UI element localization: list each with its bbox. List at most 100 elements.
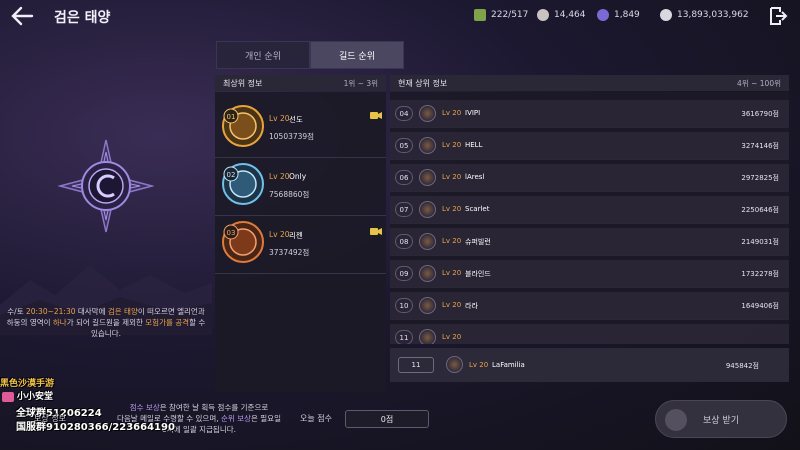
rank-score: 1649406점 (741, 302, 779, 310)
rank-name: Scarlet (465, 205, 490, 213)
page-title: 검은 태양 (54, 10, 111, 26)
rank-row[interactable]: 11 Lv 20 (390, 324, 789, 344)
back-arrow-icon[interactable] (10, 5, 34, 27)
reward-info-tab[interactable]: 보상 정보 (34, 413, 66, 424)
top-rank-level: Lv 20 (269, 114, 290, 123)
rank-row[interactable]: 09 Lv 20 블라인드 1732278점 (390, 260, 789, 288)
tab-personal-ranking[interactable]: 개인 순위 (216, 41, 310, 69)
claim-reward-button[interactable]: 보상 받기 (655, 400, 787, 438)
rank-level: Lv 20 (442, 109, 462, 117)
rank-score: 2250646점 (741, 206, 779, 214)
guild-emblem-icon (419, 329, 436, 344)
stream-overlay-line2: 小小安堂 (2, 389, 53, 402)
rest-ranks-header: 현재 상위 정보 4위 ~ 100위 (390, 75, 789, 91)
resource-crystal: 1,849 (597, 9, 640, 21)
rank-level: Lv 20 (442, 269, 462, 277)
ranking-tabs: 개인 순위 길드 순위 (216, 41, 404, 69)
rank-number: 07 (395, 202, 413, 217)
pearl-icon (537, 9, 549, 21)
top-rank-name: 선도 (289, 115, 303, 124)
exit-icon[interactable] (768, 6, 788, 26)
reward-bag-icon (665, 409, 687, 431)
guild-emblem-icon (419, 137, 436, 154)
top-rank-row[interactable]: 01 Lv 20 선도 10503739점 (215, 100, 386, 158)
top-rank-score: 10503739점 (269, 132, 315, 141)
black-sun-emblem-icon (58, 139, 154, 233)
top-rank-row[interactable]: 02 Lv 20 Only 7568860점 (215, 158, 386, 216)
tab-guild-ranking[interactable]: 길드 순위 (310, 41, 404, 69)
reward-text-5: 은 필요일 (251, 414, 281, 423)
rank-score: 2149031점 (741, 238, 779, 246)
top-rank-name: 리젠 (289, 231, 303, 240)
pearl-value: 14,464 (554, 10, 586, 20)
resource-silver: 13,893,033,962 (660, 9, 749, 21)
event-description: 수/토 20:30~21:30 대사막에 검은 태양이 떠오르면 엘리언과 하둥… (6, 306, 206, 339)
desc-attack: 모험가를 공격 (145, 318, 190, 327)
rest-ranks-list[interactable]: 04 Lv 20 IVIPI 3616790점 05 Lv 20 HELL 32… (390, 92, 789, 344)
top-bar: 검은 태양 222/517 14,464 1,849 13,893,033,96… (0, 0, 800, 32)
rank-level: Lv 20 (442, 205, 462, 213)
top-rank-level: Lv 20 (269, 230, 290, 239)
rank-row[interactable]: 07 Lv 20 Scarlet 2250646점 (390, 196, 789, 224)
top-rank-score: 7568860점 (269, 190, 310, 199)
medal-rank-02: 02 (227, 171, 236, 179)
top-rank-row[interactable]: 03 Lv 20 리젠 3737492점 (215, 216, 386, 274)
rank-row[interactable]: 06 Lv 20 lAresl 2972825점 (390, 164, 789, 192)
desc-text-4: 가 되어 길드원을 제외한 (66, 318, 146, 327)
resource-pearl: 14,464 (537, 9, 586, 21)
claim-reward-label: 보상 받기 (703, 415, 739, 426)
silver-value: 13,893,033,962 (677, 10, 749, 20)
camera-icon[interactable] (370, 227, 382, 236)
guild-emblem-icon (419, 233, 436, 250)
my-guild-score: 945842점 (725, 362, 759, 370)
rank-row[interactable]: 10 Lv 20 라라 1649406점 (390, 292, 789, 320)
gold-medal-icon: 01 (222, 105, 264, 147)
guild-emblem-icon (419, 201, 436, 218)
guild-emblem-icon (446, 356, 463, 373)
guild-emblem-icon (419, 265, 436, 282)
event-info-panel: 수/토 20:30~21:30 대사막에 검은 태양이 떠오르면 엘리언과 하둥… (0, 40, 212, 410)
desc-time: 20:30~21:30 (25, 307, 76, 316)
rank-name: 슈퍼빌런 (465, 238, 491, 246)
my-guild-row[interactable]: 11 Lv 20 LaFamilia 945842점 (390, 348, 789, 382)
rank-level: Lv 20 (442, 141, 462, 149)
reward-text-1: 점수 보상 (129, 403, 160, 412)
camera-icon[interactable] (370, 111, 382, 120)
rank-name: 라라 (465, 302, 478, 310)
rank-number: 08 (395, 234, 413, 249)
rank-number: 06 (395, 170, 413, 185)
tickets-value: 222/517 (491, 10, 529, 20)
my-guild-level: Lv 20 (469, 361, 489, 369)
rank-level: Lv 20 (442, 301, 462, 309)
top-ranks-header: 최상위 정보 1위 ~ 3위 (215, 75, 386, 91)
top-ranks-range: 1위 ~ 3위 (343, 78, 378, 88)
top-ranks-list: 01 Lv 20 선도 10503739점 02 Lv 20 Only 7568… (215, 92, 386, 392)
stream-overlay-line1: 黑色沙漠手游 (0, 379, 55, 389)
rank-level: Lv 20 (442, 333, 462, 341)
resource-tickets: 222/517 (474, 9, 528, 21)
rank-row[interactable]: 08 Lv 20 슈퍼빌런 2149031점 (390, 228, 789, 256)
rank-name: lAresl (465, 173, 485, 181)
bronze-medal-icon: 03 (222, 221, 264, 263)
top-rank-level: Lv 20 (269, 172, 290, 181)
rank-name: HELL (465, 141, 483, 149)
rest-ranks-range: 4위 ~ 100위 (737, 78, 781, 88)
rank-score: 3274146점 (741, 142, 779, 150)
rank-row[interactable]: 05 Lv 20 HELL 3274146점 (390, 132, 789, 160)
desc-target: 검은 태양 (107, 307, 138, 316)
reward-text-4: 순위 보상 (221, 414, 251, 423)
stream-overlay-line2-text: 小小安堂 (17, 392, 54, 402)
crystal-icon (597, 9, 609, 21)
rank-number: 11 (395, 330, 413, 344)
rank-level: Lv 20 (442, 237, 462, 245)
rank-row[interactable]: 04 Lv 20 IVIPI 3616790점 (390, 100, 789, 128)
my-guild-name: LaFamilia (492, 361, 525, 369)
guild-emblem-icon (419, 297, 436, 314)
rest-ranks-title: 현재 상위 정보 (398, 78, 448, 88)
rank-number: 09 (395, 266, 413, 281)
top-rank-score: 3737492점 (269, 248, 310, 257)
medal-rank-03: 03 (227, 229, 236, 237)
desc-text-1: 수/토 (7, 307, 26, 316)
medal-rank-01: 01 (227, 113, 236, 121)
rank-score: 3616790점 (741, 110, 779, 118)
